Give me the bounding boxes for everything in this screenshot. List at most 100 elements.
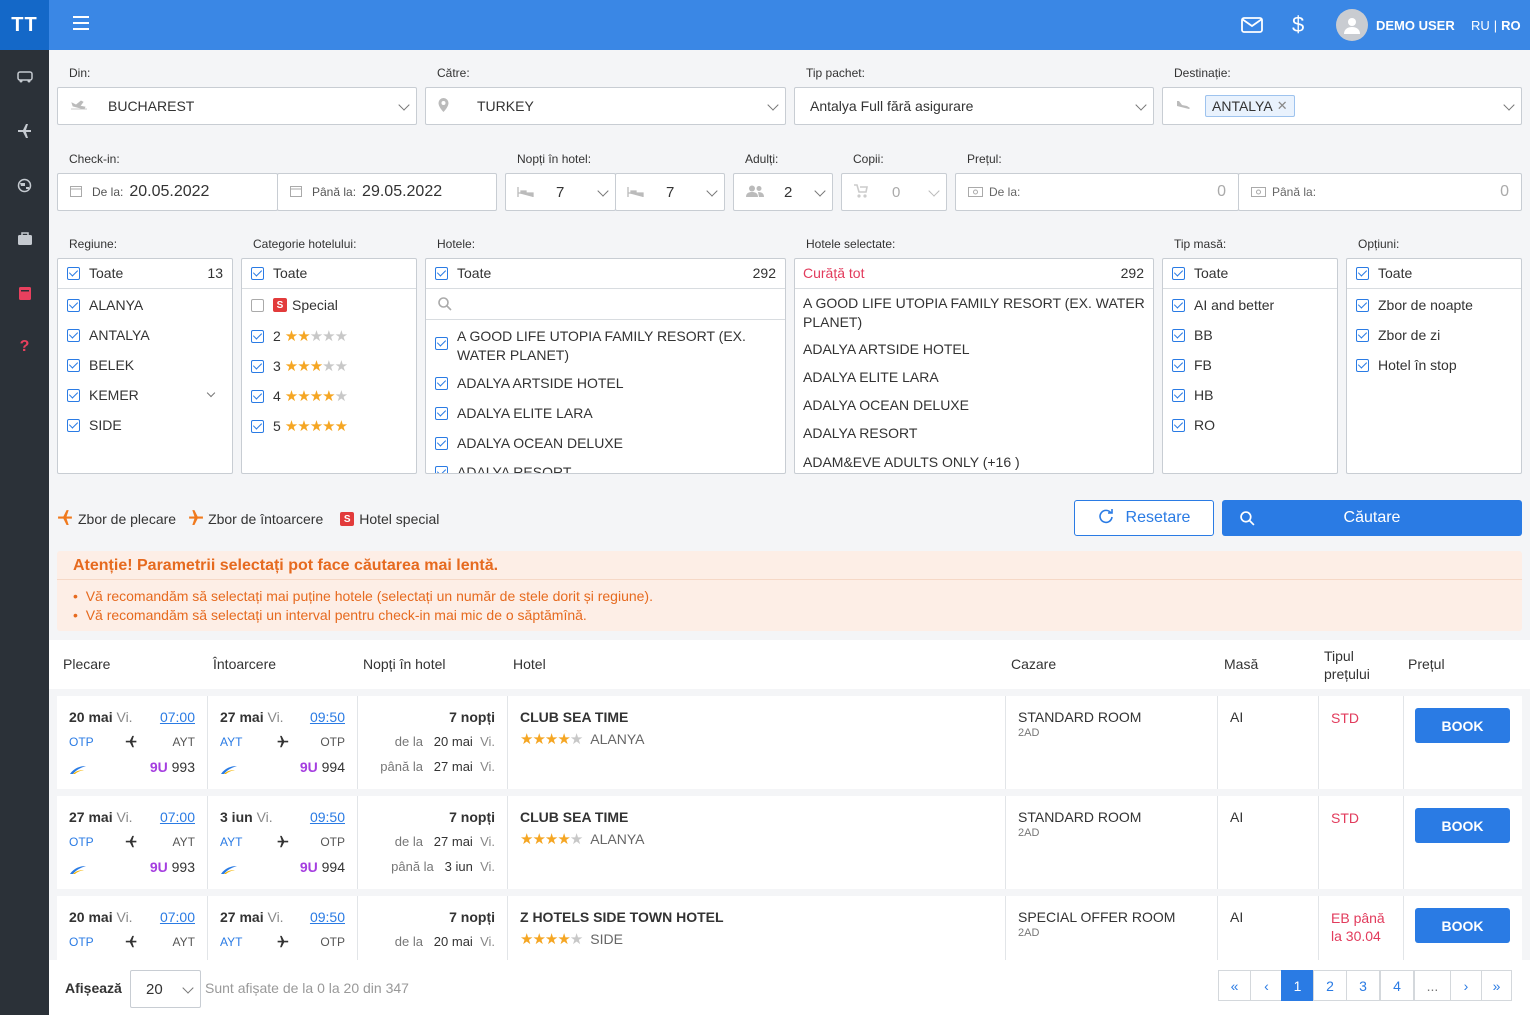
option-item[interactable]: Zbor de noapte [1356, 297, 1473, 313]
checkbox[interactable] [435, 266, 448, 280]
checkbox[interactable] [67, 298, 80, 312]
nights-to-select[interactable]: 7 [615, 173, 725, 211]
col-price[interactable]: Prețul [1408, 656, 1445, 672]
page-link[interactable]: 4 [1380, 970, 1414, 1001]
page-link[interactable]: › [1450, 970, 1482, 1001]
col-hotel[interactable]: Hotel [513, 656, 546, 672]
to-select[interactable]: TURKEY [425, 87, 786, 125]
price-from-field[interactable]: De la: 0 [955, 173, 1239, 211]
page-link[interactable]: ‹ [1250, 970, 1283, 1001]
selected-item[interactable]: A GOOD LIFE UTOPIA FAMILY RESORT (EX. WA… [803, 294, 1145, 332]
user-menu[interactable]: DEMO USER [1336, 0, 1455, 50]
adults-select[interactable]: 2 [733, 173, 833, 211]
hotel-item[interactable]: A GOOD LIFE UTOPIA FAMILY RESORT (EX. WAT… [435, 327, 746, 365]
bus-icon[interactable] [0, 62, 49, 92]
checkbox[interactable] [67, 328, 80, 342]
region-item[interactable]: BELEK [67, 357, 134, 373]
dollar-icon[interactable]: $ [1292, 0, 1304, 50]
selected-item[interactable]: ADALYA OCEAN DELUXE [803, 397, 969, 413]
children-select[interactable]: 0 [841, 173, 947, 211]
category-item[interactable]: 4 ★ ★ ★ ★ ★ [251, 387, 348, 405]
checkbox[interactable] [251, 389, 264, 403]
region-item[interactable]: ALANYA [67, 297, 143, 313]
book-icon[interactable] [0, 278, 49, 308]
category-item[interactable]: 5 ★ ★ ★ ★ ★ [251, 417, 348, 435]
nights-from-select[interactable]: 7 [505, 173, 616, 211]
page-link[interactable]: « [1218, 970, 1251, 1001]
mail-icon[interactable] [1241, 0, 1263, 50]
selected-item[interactable]: ADALYA RESORT [803, 425, 917, 441]
destination-select[interactable]: ANTALYA ✕ [1162, 87, 1522, 125]
briefcase-icon[interactable] [0, 224, 49, 254]
col-return[interactable]: Întoarcere [213, 656, 276, 672]
meal-all-row[interactable]: Toate [1163, 259, 1337, 289]
option-item[interactable]: Zbor de zi [1356, 327, 1440, 343]
menu-icon[interactable] [73, 16, 89, 30]
region-all-row[interactable]: Toate 13 [58, 259, 232, 289]
hotel-item[interactable]: ADALYA ARTSIDE HOTEL [435, 375, 624, 391]
selected-item[interactable]: ADALYA ELITE LARA [803, 369, 939, 385]
meal-item[interactable]: FB [1172, 357, 1212, 373]
search-button[interactable]: Căutare [1222, 500, 1522, 536]
checkbox[interactable] [251, 329, 264, 343]
checkbox[interactable] [1172, 266, 1185, 280]
checkbox[interactable] [435, 406, 448, 420]
col-nights[interactable]: Nopți în hotel [363, 656, 446, 672]
checkbox[interactable] [435, 376, 448, 390]
hotel-item[interactable]: ADALYA OCEAN DELUXE [435, 435, 623, 451]
col-price-type[interactable]: Tipul prețului [1324, 647, 1370, 683]
checkin-to-field[interactable]: Până la: 29.05.2022 [277, 173, 497, 211]
package-select[interactable]: Antalya Full fără asigurare [794, 87, 1154, 125]
departure-time-link[interactable]: 07:00 [160, 709, 195, 725]
checkbox[interactable] [67, 358, 80, 372]
checkbox[interactable] [1172, 388, 1185, 402]
checkbox[interactable] [435, 465, 448, 473]
selected-item[interactable]: ADALYA ARTSIDE HOTEL [803, 341, 970, 357]
checkbox[interactable] [435, 436, 448, 450]
checkbox[interactable] [251, 298, 264, 312]
departure-time-link[interactable]: 07:00 [160, 909, 195, 925]
meal-item[interactable]: AI and better [1172, 297, 1274, 313]
return-time-link[interactable]: 09:50 [310, 909, 345, 925]
option-item[interactable]: Hotel în stop [1356, 357, 1457, 373]
hotel-search-input[interactable] [426, 289, 785, 320]
hotels-all-row[interactable]: Toate 292 [426, 259, 785, 289]
page-link[interactable]: 2 [1313, 970, 1347, 1001]
checkbox[interactable] [1356, 298, 1369, 312]
lang-ro[interactable]: RO [1501, 18, 1521, 33]
question-icon[interactable]: ? [0, 332, 49, 362]
book-button[interactable]: BOOK [1415, 708, 1510, 743]
from-select[interactable]: BUCHAREST [57, 87, 417, 125]
region-item[interactable]: KEMER [67, 387, 139, 403]
category-item[interactable]: 2 ★ ★ ★ ★ ★ [251, 327, 348, 345]
col-departure[interactable]: Plecare [63, 656, 110, 672]
checkbox[interactable] [1356, 266, 1369, 280]
hotel-name[interactable]: CLUB SEA TIME [520, 709, 628, 725]
checkbox[interactable] [1356, 358, 1369, 372]
hotel-item[interactable]: ADALYA RESORT [435, 464, 571, 473]
book-button[interactable]: BOOK [1415, 908, 1510, 943]
category-all-row[interactable]: Toate [242, 259, 416, 289]
meal-item[interactable]: RO [1172, 417, 1215, 433]
return-time-link[interactable]: 09:50 [310, 709, 345, 725]
reset-button[interactable]: Resetare [1074, 500, 1214, 536]
app-logo[interactable]: TT [0, 0, 49, 50]
checkin-from-field[interactable]: De la: 20.05.2022 [57, 173, 278, 211]
checkbox[interactable] [435, 337, 448, 350]
meal-item[interactable]: BB [1172, 327, 1213, 343]
plane-icon[interactable] [0, 116, 49, 146]
category-item[interactable]: 3 ★ ★ ★ ★ ★ [251, 357, 348, 375]
region-item[interactable]: ANTALYA [67, 327, 150, 343]
checkbox[interactable] [251, 419, 264, 433]
col-meal[interactable]: Masă [1224, 656, 1258, 672]
globe-icon[interactable] [0, 170, 49, 200]
region-item[interactable]: SIDE [67, 417, 122, 433]
checkbox[interactable] [1172, 358, 1185, 372]
hotel-name[interactable]: Z HOTELS SIDE TOWN HOTEL [520, 909, 724, 925]
checkbox[interactable] [1172, 328, 1185, 342]
remove-tag-icon[interactable]: ✕ [1277, 98, 1288, 114]
checkbox[interactable] [1172, 298, 1185, 312]
page-link[interactable]: ... [1414, 970, 1451, 1001]
checkbox[interactable] [67, 388, 80, 402]
category-special[interactable]: S Special [251, 297, 338, 313]
